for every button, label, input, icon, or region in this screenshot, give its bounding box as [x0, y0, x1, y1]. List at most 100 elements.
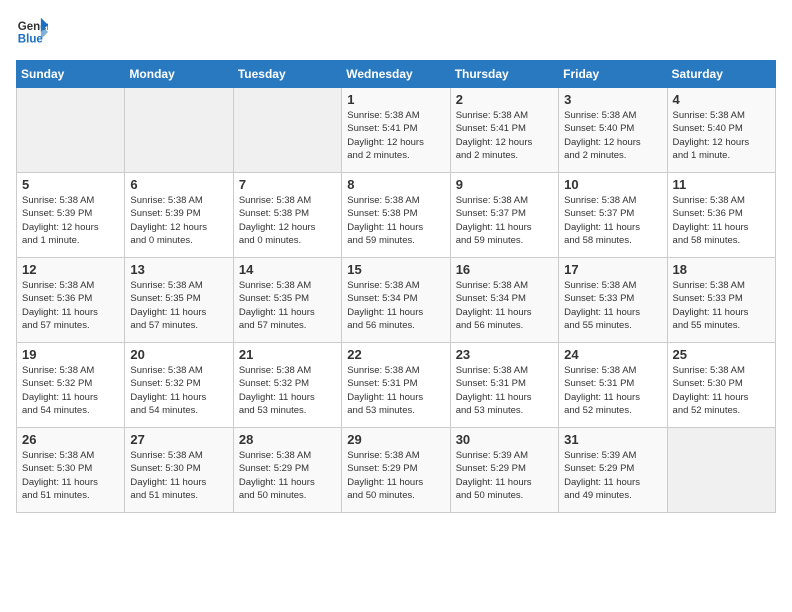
calendar-cell: 18 Sunrise: 5:38 AM Sunset: 5:33 PM Dayli…	[667, 258, 775, 343]
weekday-header: Friday	[559, 61, 667, 88]
calendar-cell: 30 Sunrise: 5:39 AM Sunset: 5:29 PM Dayli…	[450, 428, 558, 513]
calendar-cell: 24 Sunrise: 5:38 AM Sunset: 5:31 PM Dayli…	[559, 343, 667, 428]
day-info: Sunrise: 5:38 AM Sunset: 5:35 PM Dayligh…	[239, 279, 336, 332]
day-number: 30	[456, 432, 553, 447]
day-info: Sunrise: 5:38 AM Sunset: 5:30 PM Dayligh…	[673, 364, 770, 417]
calendar-cell: 3 Sunrise: 5:38 AM Sunset: 5:40 PM Daylig…	[559, 88, 667, 173]
calendar-cell: 6 Sunrise: 5:38 AM Sunset: 5:39 PM Daylig…	[125, 173, 233, 258]
day-info: Sunrise: 5:38 AM Sunset: 5:39 PM Dayligh…	[22, 194, 119, 247]
day-info: Sunrise: 5:38 AM Sunset: 5:30 PM Dayligh…	[130, 449, 227, 502]
day-info: Sunrise: 5:38 AM Sunset: 5:33 PM Dayligh…	[673, 279, 770, 332]
day-info: Sunrise: 5:38 AM Sunset: 5:40 PM Dayligh…	[673, 109, 770, 162]
day-info: Sunrise: 5:38 AM Sunset: 5:37 PM Dayligh…	[564, 194, 661, 247]
calendar-cell: 17 Sunrise: 5:38 AM Sunset: 5:33 PM Dayli…	[559, 258, 667, 343]
calendar-cell: 4 Sunrise: 5:38 AM Sunset: 5:40 PM Daylig…	[667, 88, 775, 173]
day-number: 9	[456, 177, 553, 192]
day-number: 24	[564, 347, 661, 362]
calendar-cell: 29 Sunrise: 5:38 AM Sunset: 5:29 PM Dayli…	[342, 428, 450, 513]
calendar-cell: 14 Sunrise: 5:38 AM Sunset: 5:35 PM Dayli…	[233, 258, 341, 343]
calendar-cell	[17, 88, 125, 173]
day-info: Sunrise: 5:38 AM Sunset: 5:30 PM Dayligh…	[22, 449, 119, 502]
weekday-header: Saturday	[667, 61, 775, 88]
svg-text:Blue: Blue	[18, 34, 44, 46]
day-info: Sunrise: 5:38 AM Sunset: 5:31 PM Dayligh…	[456, 364, 553, 417]
day-info: Sunrise: 5:38 AM Sunset: 5:41 PM Dayligh…	[456, 109, 553, 162]
calendar-cell: 10 Sunrise: 5:38 AM Sunset: 5:37 PM Dayli…	[559, 173, 667, 258]
calendar-cell: 2 Sunrise: 5:38 AM Sunset: 5:41 PM Daylig…	[450, 88, 558, 173]
day-info: Sunrise: 5:38 AM Sunset: 5:38 PM Dayligh…	[347, 194, 444, 247]
day-number: 21	[239, 347, 336, 362]
calendar-cell: 27 Sunrise: 5:38 AM Sunset: 5:30 PM Dayli…	[125, 428, 233, 513]
calendar-cell: 5 Sunrise: 5:38 AM Sunset: 5:39 PM Daylig…	[17, 173, 125, 258]
calendar-cell: 7Sunrise: 5:38 AM Sunset: 5:38 PM Daylig…	[233, 173, 341, 258]
calendar-cell: 26Sunrise: 5:38 AM Sunset: 5:30 PM Dayli…	[17, 428, 125, 513]
day-info: Sunrise: 5:38 AM Sunset: 5:34 PM Dayligh…	[347, 279, 444, 332]
calendar-cell: 20 Sunrise: 5:38 AM Sunset: 5:32 PM Dayli…	[125, 343, 233, 428]
weekday-header: Tuesday	[233, 61, 341, 88]
day-info: Sunrise: 5:38 AM Sunset: 5:34 PM Dayligh…	[456, 279, 553, 332]
day-number: 23	[456, 347, 553, 362]
day-info: Sunrise: 5:38 AM Sunset: 5:33 PM Dayligh…	[564, 279, 661, 332]
day-number: 13	[130, 262, 227, 277]
calendar-cell: 11 Sunrise: 5:38 AM Sunset: 5:36 PM Dayli…	[667, 173, 775, 258]
calendar-cell: 9 Sunrise: 5:38 AM Sunset: 5:37 PM Daylig…	[450, 173, 558, 258]
calendar-cell	[125, 88, 233, 173]
calendar-cell: 22 Sunrise: 5:38 AM Sunset: 5:31 PM Dayli…	[342, 343, 450, 428]
day-info: Sunrise: 5:38 AM Sunset: 5:36 PM Dayligh…	[673, 194, 770, 247]
day-number: 2	[456, 92, 553, 107]
day-number: 18	[673, 262, 770, 277]
calendar-cell: 13 Sunrise: 5:38 AM Sunset: 5:35 PM Dayli…	[125, 258, 233, 343]
day-number: 27	[130, 432, 227, 447]
day-info: Sunrise: 5:38 AM Sunset: 5:29 PM Dayligh…	[347, 449, 444, 502]
calendar-cell: 23 Sunrise: 5:38 AM Sunset: 5:31 PM Dayli…	[450, 343, 558, 428]
day-info: Sunrise: 5:38 AM Sunset: 5:36 PM Dayligh…	[22, 279, 119, 332]
day-info: Sunrise: 5:38 AM Sunset: 5:32 PM Dayligh…	[22, 364, 119, 417]
calendar-cell: 19 Sunrise: 5:38 AM Sunset: 5:32 PM Dayli…	[17, 343, 125, 428]
day-number: 16	[456, 262, 553, 277]
calendar-cell: 12 Sunrise: 5:38 AM Sunset: 5:36 PM Dayli…	[17, 258, 125, 343]
day-number: 22	[347, 347, 444, 362]
day-number: 11	[673, 177, 770, 192]
day-number: 8	[347, 177, 444, 192]
day-info: Sunrise: 5:38 AM Sunset: 5:31 PM Dayligh…	[564, 364, 661, 417]
day-info: Sunrise: 5:38 AM Sunset: 5:41 PM Dayligh…	[347, 109, 444, 162]
day-info: Sunrise: 5:38 AM Sunset: 5:31 PM Dayligh…	[347, 364, 444, 417]
day-info: Sunrise: 5:38 AM Sunset: 5:32 PM Dayligh…	[130, 364, 227, 417]
calendar-cell: 1 Sunrise: 5:38 AM Sunset: 5:41 PM Daylig…	[342, 88, 450, 173]
day-number: 3	[564, 92, 661, 107]
weekday-header: Monday	[125, 61, 233, 88]
weekday-header: Wednesday	[342, 61, 450, 88]
calendar-cell: 21Sunrise: 5:38 AM Sunset: 5:32 PM Dayli…	[233, 343, 341, 428]
day-number: 12	[22, 262, 119, 277]
calendar-table: SundayMondayTuesdayWednesdayThursdayFrid…	[16, 60, 776, 513]
calendar-cell: 31Sunrise: 5:39 AM Sunset: 5:29 PM Dayli…	[559, 428, 667, 513]
calendar-cell: 15 Sunrise: 5:38 AM Sunset: 5:34 PM Dayli…	[342, 258, 450, 343]
calendar-cell: 8 Sunrise: 5:38 AM Sunset: 5:38 PM Daylig…	[342, 173, 450, 258]
weekday-header: Thursday	[450, 61, 558, 88]
day-number: 4	[673, 92, 770, 107]
day-number: 1	[347, 92, 444, 107]
day-number: 14	[239, 262, 336, 277]
calendar-cell	[667, 428, 775, 513]
day-info: Sunrise: 5:38 AM Sunset: 5:35 PM Dayligh…	[130, 279, 227, 332]
day-number: 20	[130, 347, 227, 362]
logo-icon: General Blue	[16, 16, 48, 48]
day-info: Sunrise: 5:38 AM Sunset: 5:29 PM Dayligh…	[239, 449, 336, 502]
day-number: 6	[130, 177, 227, 192]
day-number: 29	[347, 432, 444, 447]
day-number: 31	[564, 432, 661, 447]
day-number: 17	[564, 262, 661, 277]
weekday-header: Sunday	[17, 61, 125, 88]
day-info: Sunrise: 5:38 AM Sunset: 5:40 PM Dayligh…	[564, 109, 661, 162]
day-info: Sunrise: 5:38 AM Sunset: 5:37 PM Dayligh…	[456, 194, 553, 247]
day-number: 10	[564, 177, 661, 192]
day-number: 15	[347, 262, 444, 277]
day-info: Sunrise: 5:39 AM Sunset: 5:29 PM Dayligh…	[456, 449, 553, 502]
day-number: 19	[22, 347, 119, 362]
day-info: Sunrise: 5:38 AM Sunset: 5:38 PM Dayligh…	[239, 194, 336, 247]
day-number: 5	[22, 177, 119, 192]
calendar-cell: 28Sunrise: 5:38 AM Sunset: 5:29 PM Dayli…	[233, 428, 341, 513]
day-number: 25	[673, 347, 770, 362]
logo: General Blue	[16, 16, 48, 48]
day-info: Sunrise: 5:38 AM Sunset: 5:39 PM Dayligh…	[130, 194, 227, 247]
